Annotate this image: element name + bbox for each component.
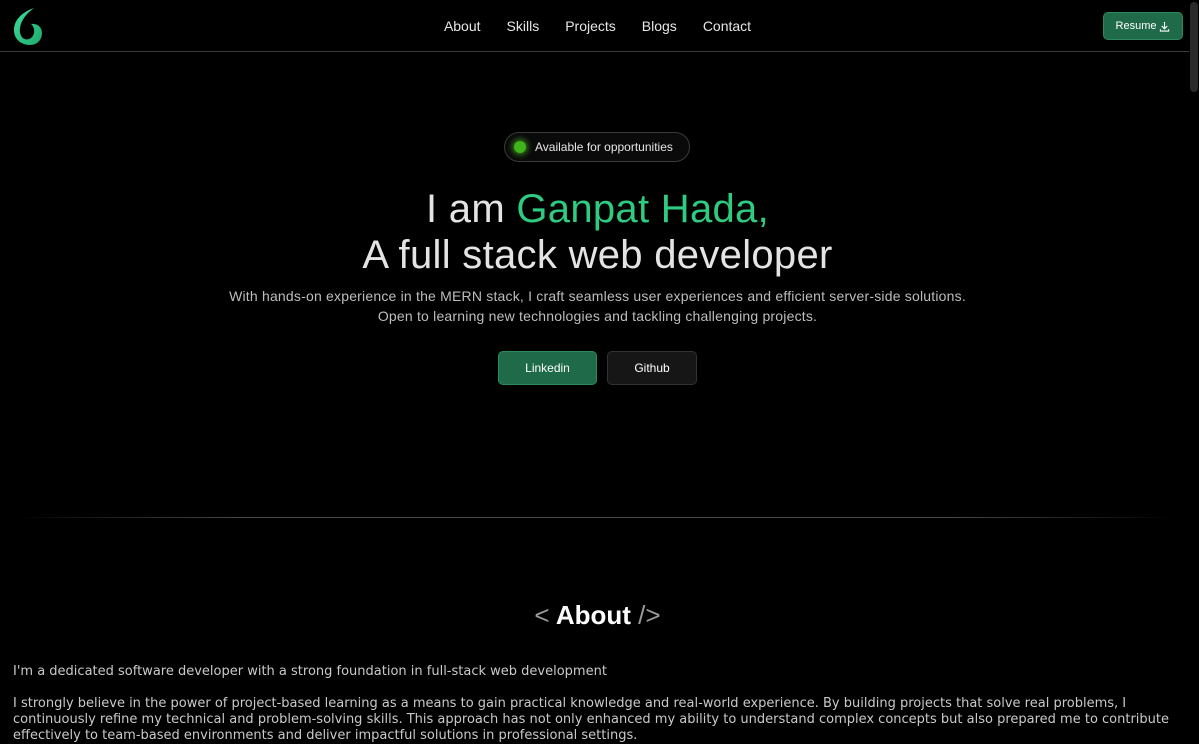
about-title: About [555,600,631,630]
download-icon [1160,21,1170,32]
hero-description-line2: Open to learning new technologies and ta… [377,308,818,324]
scrollbar-thumb[interactable] [1190,2,1198,92]
hero-name: Ganpat Hada, [516,187,770,231]
nav-links: About Skills Projects Blogs Contact [0,0,1189,51]
about-close-bracket: /> [638,600,661,630]
hero-description: With hands-on experience in the MERN sta… [0,286,1195,326]
about-paragraph-1: I'm a dedicated software developer with … [13,664,607,679]
nav-link-projects[interactable]: Projects [565,18,616,34]
status-dot-icon [514,141,526,153]
resume-button[interactable]: Resume [1103,12,1183,40]
availability-badge: Available for opportunities [504,132,690,162]
linkedin-button[interactable]: Linkedin [498,351,597,385]
badge-text: Available for opportunities [535,140,673,154]
navbar: About Skills Projects Blogs Contact Resu… [0,0,1189,52]
about-paragraph-2: I strongly believe in the power of proje… [13,696,1170,743]
nav-link-skills[interactable]: Skills [507,18,540,34]
nav-link-blogs[interactable]: Blogs [642,18,677,34]
github-button[interactable]: Github [607,351,697,385]
hero-title-line2: A full stack web developer [362,233,833,277]
nav-link-about[interactable]: About [444,18,481,34]
hero-title-line1: I am Ganpat Hada, [0,186,1195,232]
resume-label: Resume [1115,20,1157,32]
nav-link-contact[interactable]: Contact [703,18,751,34]
hero-description-line1: With hands-on experience in the MERN sta… [229,288,966,304]
about-heading: < About /> [0,598,1195,632]
hero-title-prefix: I am [425,187,517,231]
section-divider [14,517,1176,518]
about-open-bracket: < [534,600,550,630]
